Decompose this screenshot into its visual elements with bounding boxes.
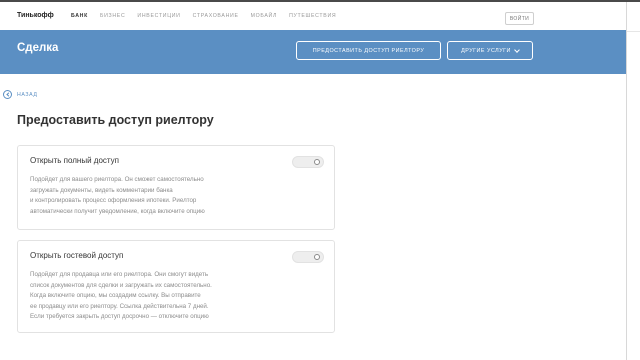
other-services-button[interactable]: ДРУГИЕ УСЛУГИ [447,41,533,60]
guest-access-title: Открыть гостевой доступ [30,251,124,260]
back-link[interactable]: НАЗАД [3,90,37,99]
nav-item-business[interactable]: БИЗНЕС [100,13,125,19]
main-nav: БАНК БИЗНЕС ИНВЕСТИЦИИ СТРАХОВАНИЕ МОБАЙ… [71,13,336,19]
chevron-down-icon [514,46,520,53]
guest-access-card: Открыть гостевой доступ Подойдет для про… [17,240,335,333]
guest-access-toggle[interactable] [292,251,324,263]
full-access-card: Открыть полный доступ Подойдет для вашег… [17,145,335,230]
nav-item-investments[interactable]: ИНВЕСТИЦИИ [137,13,180,19]
viewport-edge-divider [626,2,627,360]
login-button[interactable]: ВОЙТИ [505,12,534,25]
description-line: и контролировать процесс оформления ипот… [30,197,197,205]
full-access-toggle[interactable] [292,156,324,168]
nav-item-travel[interactable]: ПУТЕШЕСТВИЯ [289,13,336,19]
brand-logo[interactable]: Тинькофф [17,12,54,19]
page-section-title: Сделка [17,42,59,54]
full-access-description: Подойдет для вашего риелтора. Он сможет … [30,175,288,217]
other-services-label: ДРУГИЕ УСЛУГИ [461,47,511,54]
description-line: загружать документы, видеть комментарии … [30,186,173,194]
page-title: Предоставить доступ риелтору [17,113,214,127]
description-line: автоматически получит уведомление, когда… [30,207,205,215]
toggle-knob [314,254,320,260]
description-line: Если требуется закрыть доступ досрочно —… [30,313,209,321]
description-line: Подойдет для вашего риелтора. Он сможет … [30,176,204,183]
back-link-label: НАЗАД [17,91,38,98]
top-navigation: Тинькофф БАНК БИЗНЕС ИНВЕСТИЦИИ СТРАХОВА… [0,2,640,32]
chevron-left-icon [5,92,11,97]
nav-item-bank[interactable]: БАНК [71,13,88,19]
nav-item-insurance[interactable]: СТРАХОВАНИЕ [193,13,239,19]
grant-realtor-access-button[interactable]: ПРЕДОСТАВИТЬ ДОСТУП РИЕЛТОРУ [296,41,441,60]
deal-header-banner: Сделка ПРЕДОСТАВИТЬ ДОСТУП РИЕЛТОРУ ДРУГ… [0,30,626,74]
description-line: Когда включите опцию, мы создадим ссылку… [30,292,201,300]
browser-viewport: Тинькофф БАНК БИЗНЕС ИНВЕСТИЦИИ СТРАХОВА… [0,0,640,360]
full-access-title: Открыть полный доступ [30,156,119,165]
nav-item-mobile[interactable]: МОБАЙЛ [251,13,277,19]
toggle-knob [314,159,320,165]
description-line: Подойдет для продавца или его риелтора. … [30,271,209,278]
back-arrow-icon [3,90,12,99]
description-line: ее продавцу или его риелтору. Ссылка дей… [30,302,209,310]
description-line: список документов для сделки и загружать… [30,281,212,289]
guest-access-description: Подойдет для продавца или его риелтора. … [30,270,288,323]
